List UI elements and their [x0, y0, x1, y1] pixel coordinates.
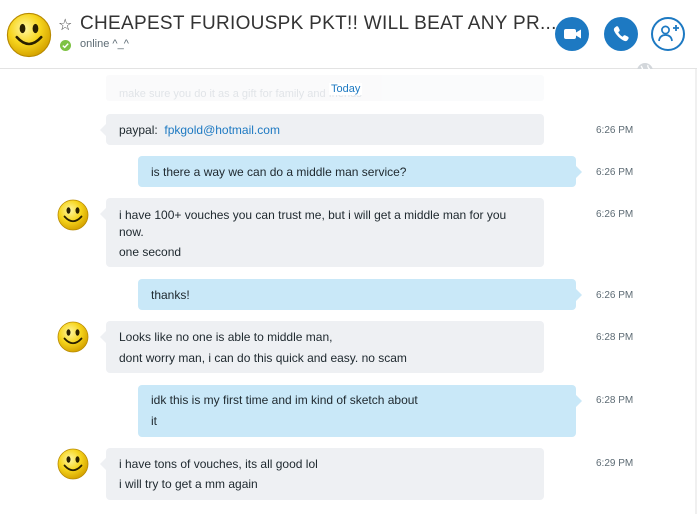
message-bubble-received[interactable]: i have tons of vouches, its all good lol…	[100, 448, 544, 500]
message-text: idk this is my first time and im kind of…	[151, 393, 418, 407]
message-list[interactable]: make sure you do it as a gift for family…	[0, 69, 697, 514]
message-text: paypal:	[119, 123, 158, 137]
message-timestamp: 6:28 PM	[596, 332, 634, 343]
date-divider: Today	[329, 83, 363, 95]
add-person-icon	[658, 25, 679, 42]
message-bubble-sent[interactable]: idk this is my first time and im kind of…	[138, 385, 582, 437]
message-text: is there a way we can do a middle man se…	[151, 165, 407, 179]
message-text: it	[151, 414, 157, 428]
conversation-header: ☆ CHEAPEST FURIOUSPK PKT!! WILL BEAT ANY…	[0, 0, 697, 79]
message-timestamp: 6:26 PM	[596, 209, 634, 220]
email-link[interactable]: fpkgold@hotmail.com	[164, 123, 280, 137]
online-status-icon	[60, 40, 71, 51]
message-timestamp: 6:26 PM	[596, 290, 634, 301]
message-text: i will try to get a mm again	[119, 477, 258, 491]
add-people-button[interactable]	[651, 17, 685, 51]
message-text: one second	[119, 245, 182, 259]
message-bubble-sent[interactable]: is there a way we can do a middle man se…	[138, 156, 582, 187]
message-timestamp: 6:26 PM	[596, 125, 634, 136]
sender-avatar[interactable]	[57, 199, 89, 231]
faded-previous-message: make sure you do it as a gift for family…	[106, 75, 544, 101]
voice-call-button[interactable]	[604, 17, 638, 51]
message-bubble-received[interactable]: paypal: fpkgold@hotmail.com	[100, 114, 544, 145]
phone-icon	[613, 26, 629, 42]
message-bubble-received[interactable]: i have 100+ vouches you can trust me, bu…	[100, 198, 544, 267]
video-call-button[interactable]	[555, 17, 589, 51]
message-text: Looks like no one is able to middle man,	[119, 330, 333, 344]
favorite-star-icon[interactable]: ☆	[58, 14, 72, 36]
message-text: i have 100+ vouches you can trust me, bu…	[119, 208, 507, 222]
message-text: dont worry man, i can do this quick and …	[119, 351, 407, 365]
message-text: now.	[119, 225, 144, 239]
contact-status-text[interactable]: online ^_^	[80, 38, 129, 50]
message-bubble-sent[interactable]: thanks!	[138, 279, 582, 310]
message-text: thanks!	[151, 288, 190, 302]
message-timestamp: 6:26 PM	[596, 167, 634, 178]
sender-avatar[interactable]	[57, 321, 89, 353]
sender-avatar[interactable]	[57, 448, 89, 480]
video-camera-icon	[564, 29, 581, 39]
message-timestamp: 6:28 PM	[596, 395, 634, 406]
contact-avatar[interactable]	[6, 12, 52, 58]
conversation-title[interactable]: CHEAPEST FURIOUSPK PKT!! WILL BEAT ANY P…	[80, 13, 557, 35]
message-bubble-received[interactable]: Looks like no one is able to middle man,…	[100, 321, 544, 373]
message-timestamp: 6:29 PM	[596, 458, 634, 469]
message-text: i have tons of vouches, its all good lol	[119, 457, 318, 471]
